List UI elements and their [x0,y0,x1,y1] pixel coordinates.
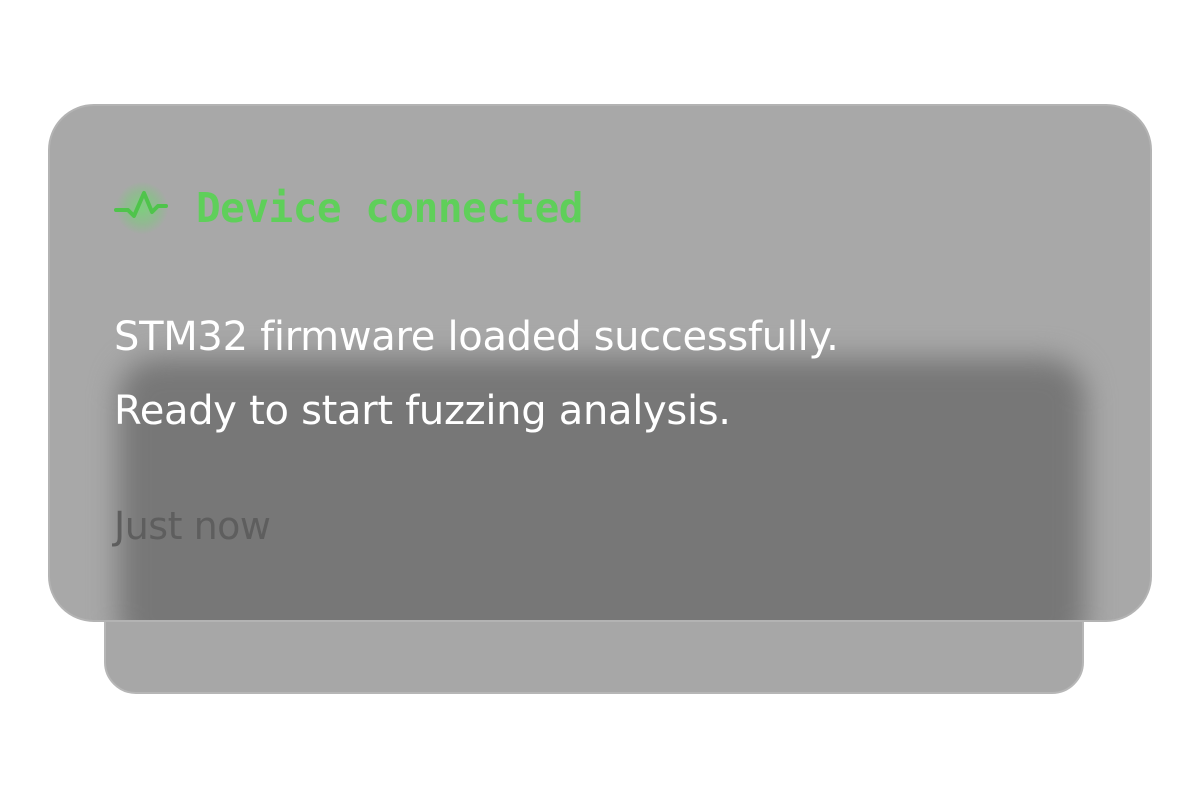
notification-header: Device connected [112,180,583,236]
notification-card[interactable]: Device connected STM32 firmware loaded s… [48,104,1152,622]
notification-timestamp: Just now [114,504,271,548]
notification-message: STM32 firmware loaded successfully. Read… [114,300,1074,448]
pulse-icon [112,180,170,236]
message-line: Ready to start fuzzing analysis. [114,388,731,434]
notification-title: Device connected [196,184,583,232]
notification-stage: Device connected STM32 firmware loaded s… [0,0,1200,800]
message-line: STM32 firmware loaded successfully. [114,314,839,360]
